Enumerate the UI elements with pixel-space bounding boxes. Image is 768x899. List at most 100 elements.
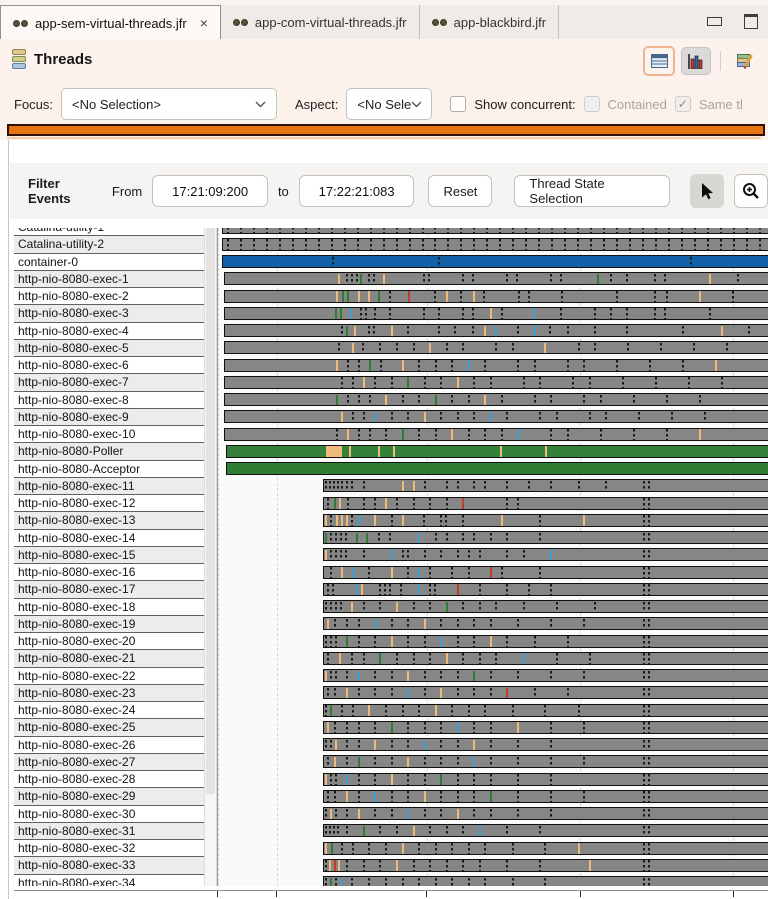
thread-timeline-bar[interactable]	[323, 789, 768, 803]
thread-state-selection-button[interactable]: Thread State Selection	[514, 175, 670, 207]
minimize-icon[interactable]	[707, 17, 722, 26]
thread-timeline-bar[interactable]	[323, 738, 768, 751]
thread-row-label[interactable]: http-nio-8080-exec-28	[14, 771, 204, 789]
aspect-select[interactable]: <No Sele	[346, 88, 433, 120]
thread-timeline-bar[interactable]	[323, 479, 768, 493]
thread-row-label[interactable]: Catalina-utility-2	[14, 236, 204, 254]
thread-timeline-bar[interactable]	[224, 375, 768, 389]
thread-row-label[interactable]: http-nio-8080-exec-34	[14, 874, 204, 886]
thread-timeline-bar[interactable]	[224, 306, 768, 320]
thread-row-label[interactable]: http-nio-8080-exec-6	[14, 357, 204, 375]
edit-thread-state-button[interactable]	[730, 47, 760, 75]
thread-row-label[interactable]: http-nio-8080-exec-7	[14, 374, 204, 392]
thread-row-label[interactable]: http-nio-8080-exec-29	[14, 788, 204, 806]
thread-timeline-bar[interactable]	[224, 289, 768, 303]
thread-row-label[interactable]: http-nio-8080-Acceptor	[14, 460, 204, 478]
thread-timeline-bar[interactable]	[224, 427, 768, 441]
thread-timeline-bar[interactable]	[226, 462, 768, 475]
chart-view-toggle[interactable]	[681, 47, 711, 75]
thread-timeline-bar[interactable]	[323, 807, 768, 820]
thread-timeline-bar[interactable]	[323, 824, 768, 838]
thread-row-label[interactable]: Catalina-utility-1	[14, 228, 204, 237]
thread-row-label[interactable]: http-nio-8080-exec-33	[14, 857, 204, 875]
timeline-range-slider[interactable]	[7, 124, 765, 136]
thread-timeline-bar[interactable]	[323, 634, 768, 648]
thread-row-label[interactable]: http-nio-8080-exec-14	[14, 529, 204, 547]
thread-timeline-bar[interactable]	[226, 444, 768, 458]
thread-timeline-bar[interactable]	[224, 358, 768, 372]
event-mark	[666, 429, 669, 440]
thread-timeline-bar[interactable]	[221, 255, 768, 268]
close-icon[interactable]: ×	[200, 16, 208, 30]
reset-button[interactable]: Reset	[428, 175, 493, 207]
focus-select[interactable]: <No Selection>	[61, 88, 278, 120]
thread-row-label[interactable]: http-nio-8080-exec-21	[14, 650, 204, 668]
thread-row-label[interactable]: http-nio-8080-exec-19	[14, 615, 204, 633]
thread-timeline-bar[interactable]	[323, 772, 768, 786]
thread-timeline-bar[interactable]	[323, 755, 768, 769]
filter-to-input[interactable]: 17:22:21:083	[298, 175, 415, 207]
selection-cursor-button[interactable]	[689, 174, 724, 208]
thread-timeline-bar[interactable]	[323, 858, 768, 872]
tab-app-blackbird[interactable]: app-blackbird.jfr	[420, 5, 560, 39]
thread-row-label[interactable]: http-nio-8080-exec-20	[14, 633, 204, 651]
thread-row-label[interactable]: http-nio-8080-exec-9	[14, 408, 204, 426]
thread-row-label[interactable]: http-nio-8080-exec-5	[14, 339, 204, 357]
thread-timeline-bar[interactable]	[224, 393, 768, 406]
show-concurrent-checkbox[interactable]	[450, 96, 467, 112]
thread-lane	[218, 823, 768, 840]
thread-row-label[interactable]: http-nio-8080-exec-15	[14, 546, 204, 564]
filter-from-input[interactable]: 17:21:09:200	[152, 175, 268, 207]
event-mark	[358, 756, 361, 768]
thread-timeline-bar[interactable]	[224, 410, 768, 424]
thread-row-label[interactable]: http-nio-8080-Poller	[14, 443, 204, 461]
thread-row-label[interactable]: http-nio-8080-exec-30	[14, 805, 204, 823]
thread-row-label[interactable]: http-nio-8080-exec-18	[14, 598, 204, 616]
thread-row-label[interactable]: http-nio-8080-exec-24	[14, 702, 204, 720]
thread-timeline-bar[interactable]	[323, 513, 768, 527]
thread-row-label[interactable]: container-0	[14, 253, 204, 271]
thread-row-label[interactable]: http-nio-8080-exec-12	[14, 495, 204, 513]
scrollbar-thumb[interactable]	[206, 228, 215, 794]
thread-row-label[interactable]: http-nio-8080-exec-26	[14, 736, 204, 754]
thread-row-label[interactable]: http-nio-8080-exec-11	[14, 477, 204, 495]
thread-timeline-bar[interactable]	[323, 720, 768, 734]
event-mark	[737, 273, 740, 285]
thread-timeline-bar[interactable]	[323, 565, 768, 579]
thread-timeline-bar[interactable]	[323, 548, 768, 562]
thread-row-label[interactable]: http-nio-8080-exec-4	[14, 322, 204, 340]
thread-row-label[interactable]: http-nio-8080-exec-32	[14, 840, 204, 858]
thread-lanes-chart[interactable]	[217, 228, 768, 886]
thread-row-label[interactable]: http-nio-8080-exec-25	[14, 719, 204, 737]
tab-app-sem-virtual-threads[interactable]: app-sem-virtual-threads.jfr ×	[0, 5, 221, 40]
thread-row-label[interactable]: http-nio-8080-exec-3	[14, 305, 204, 323]
tab-app-com-virtual-threads[interactable]: app-com-virtual-threads.jfr	[221, 5, 420, 39]
thread-timeline-bar[interactable]	[323, 669, 768, 682]
thread-row-label[interactable]: http-nio-8080-exec-16	[14, 564, 204, 582]
event-mark	[304, 239, 307, 250]
thread-timeline-bar[interactable]	[323, 617, 768, 631]
thread-timeline-bar[interactable]	[323, 496, 768, 510]
thread-row-label[interactable]: http-nio-8080-exec-31	[14, 822, 204, 840]
thread-row-label[interactable]: http-nio-8080-exec-1	[14, 270, 204, 288]
thread-timeline-bar[interactable]	[323, 651, 768, 665]
thread-row-label[interactable]: http-nio-8080-exec-2	[14, 288, 204, 306]
thread-row-label[interactable]: http-nio-8080-exec-17	[14, 581, 204, 599]
vertical-scrollbar[interactable]	[204, 228, 217, 886]
event-mark	[374, 308, 377, 319]
thread-row-label[interactable]: http-nio-8080-exec-13	[14, 512, 204, 530]
thread-row-label[interactable]: http-nio-8080-exec-27	[14, 753, 204, 771]
zoom-in-button[interactable]	[733, 174, 768, 208]
thread-timeline-bar[interactable]	[323, 600, 768, 613]
thread-row-label[interactable]: http-nio-8080-exec-8	[14, 391, 204, 409]
event-mark	[374, 791, 377, 802]
thread-row-label[interactable]: http-nio-8080-exec-10	[14, 426, 204, 444]
thread-row-label[interactable]: http-nio-8080-exec-23	[14, 684, 204, 702]
thread-row-label[interactable]: http-nio-8080-exec-22	[14, 667, 204, 685]
restore-icon[interactable]	[744, 14, 758, 29]
thread-timeline-bar[interactable]	[224, 272, 768, 286]
event-mark	[358, 774, 361, 785]
thread-lane	[218, 702, 768, 719]
table-view-toggle[interactable]	[643, 46, 675, 76]
thread-timeline-bar[interactable]	[323, 686, 768, 700]
